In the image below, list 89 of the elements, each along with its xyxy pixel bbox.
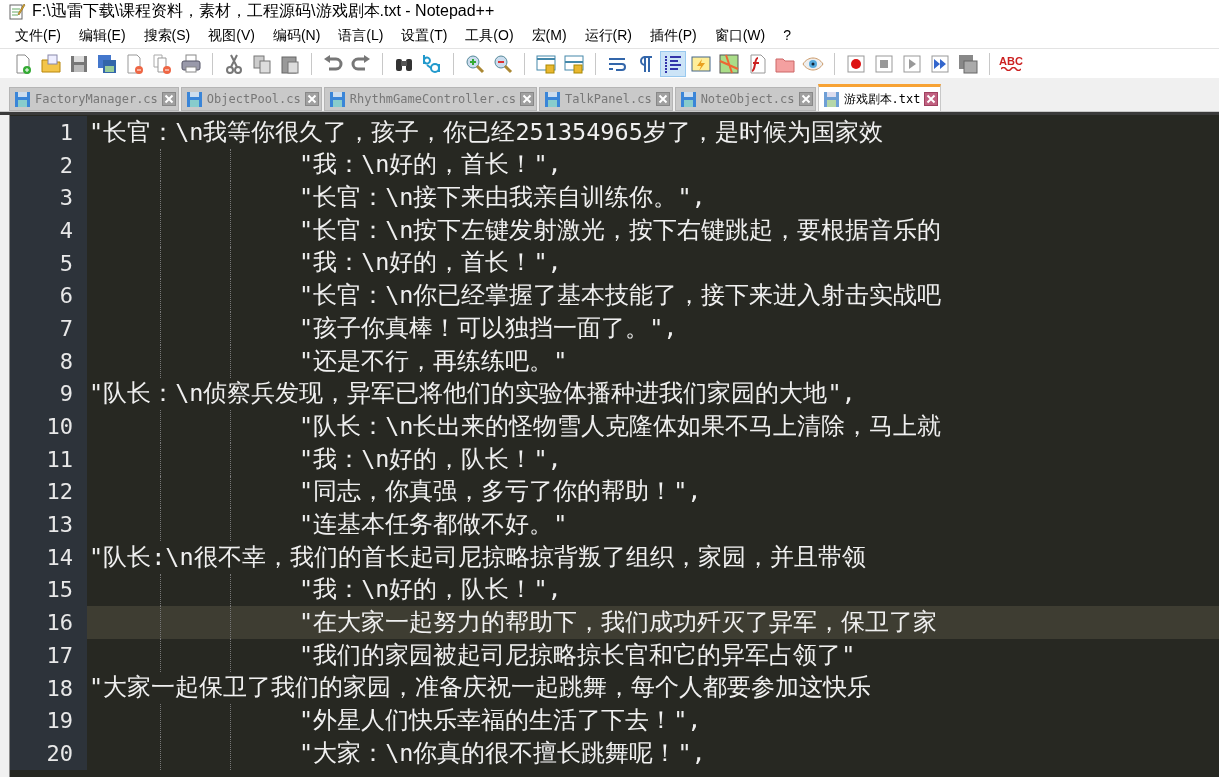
menu-item[interactable]: 编辑(E) (71, 24, 133, 46)
sync-vertical-icon (535, 52, 557, 75)
code-line: "队长：\n侦察兵发现，异军已将他们的实验体播种进我们家园的大地", (88, 378, 856, 410)
save-icon (185, 90, 203, 108)
close-icon[interactable] (655, 92, 670, 106)
close-file-icon (124, 52, 146, 75)
save-icon (679, 90, 697, 108)
code-line: "长官：\n按下左键发射激光，按下右键跳起，要根据音乐的 (298, 214, 942, 246)
menu-item[interactable]: 插件(P) (643, 24, 704, 46)
code-line: "孩子你真棒！可以独挡一面了。", (298, 312, 678, 344)
save-icon (543, 90, 561, 108)
code-line: "队长:\n很不幸，我们的首长起司尼掠略掠背叛了组织，家园，并且带领 (88, 541, 866, 573)
code-line: "我：\n好的，队长！", (298, 443, 562, 475)
line-number: 6 (10, 279, 87, 313)
save-all-icon (96, 52, 118, 75)
menu-item[interactable]: 语言(L) (331, 24, 391, 46)
file-tab[interactable]: 游戏剧本.txt (817, 84, 942, 111)
menu-item[interactable]: 设置(T) (394, 24, 455, 46)
menu-item[interactable]: ? (776, 24, 799, 46)
menu-item[interactable]: 工具(O) (458, 24, 521, 46)
menu-item[interactable]: 搜索(S) (136, 24, 198, 46)
line-number: 9 (10, 377, 87, 411)
save-icon (328, 90, 346, 108)
code-line: "我们的家园被起司尼掠略掠长官和它的异军占领了" (298, 639, 856, 671)
zoom-out-icon (492, 52, 514, 75)
spell-check-button[interactable]: ABC (998, 50, 1024, 77)
code-line: "大家一起保卫了我们的家园，准备庆祝一起跳舞，每个人都要参加这快乐 (88, 672, 872, 704)
code-line: "连基本任务都做不好。" (298, 508, 568, 540)
indent-guide-button[interactable] (660, 50, 686, 77)
line-number: 15 (10, 573, 87, 607)
scissors-icon (223, 52, 245, 75)
line-number: 19 (10, 704, 87, 738)
save-icon (14, 90, 31, 108)
printer-icon (180, 52, 202, 75)
code-line: "外星人们快乐幸福的生活了下去！", (298, 705, 702, 737)
close-all-icon (152, 52, 174, 75)
line-number: 4 (10, 214, 87, 247)
line-number: 2 (10, 148, 87, 182)
line-number: 1 (10, 116, 87, 149)
close-icon[interactable] (519, 92, 534, 106)
line-number: 13 (10, 508, 87, 541)
save-icon (822, 90, 840, 108)
line-number: 12 (10, 475, 87, 509)
line-number: 14 (10, 540, 87, 574)
replace-icon (421, 52, 443, 75)
line-number: 16 (10, 606, 87, 639)
fast-forward-icon (929, 52, 951, 75)
copy-icon (251, 52, 273, 75)
line-number: 3 (10, 181, 87, 215)
line-number: 18 (10, 671, 87, 705)
code-line: "我：\n好的，队长！", (298, 574, 562, 606)
line-number: 7 (10, 312, 87, 345)
line-number: 5 (10, 246, 87, 280)
code-line: "长官：\n接下来由我亲自训练你。", (298, 182, 706, 214)
close-icon[interactable] (924, 92, 939, 106)
map-icon (718, 52, 740, 75)
code-line: "长官：\n我等你很久了，孩子，你已经251354965岁了，是时候为国家效 (88, 116, 883, 148)
code-line: "大家：\n你真的很不擅长跳舞呢！", (298, 737, 706, 769)
sync-horizontal-icon (563, 52, 585, 75)
notepad-icon (8, 2, 26, 20)
menu-item[interactable]: 编码(N) (265, 24, 328, 46)
squiggle-icon (1001, 67, 1021, 71)
close-icon[interactable] (798, 92, 813, 106)
window-title: F:\迅雷下载\课程资料，素材，工程源码\游戏剧本.txt - Notepad++ (32, 1, 495, 21)
menu-item[interactable]: 运行(R) (577, 24, 639, 46)
code-line: "还是不行，再练练吧。" (298, 345, 568, 377)
close-icon[interactable] (304, 92, 319, 106)
line-number: 10 (10, 410, 87, 443)
zoom-in-icon (464, 52, 486, 75)
code-line: "我：\n好的，首长！", (298, 247, 562, 279)
line-number: 8 (10, 344, 87, 378)
code-line: "在大家一起努力的帮助下，我们成功歼灭了异军，保卫了家 (298, 607, 938, 639)
code-line: "我：\n好的，首长！", (298, 149, 562, 181)
line-number: 11 (10, 442, 87, 476)
menu-item[interactable]: 宏(M) (524, 24, 574, 46)
menu-item[interactable]: 视图(V) (201, 24, 262, 46)
play-icon (901, 52, 923, 75)
menu-item[interactable]: 窗口(W) (707, 24, 773, 46)
menu-item[interactable]: 文件(F) (8, 24, 68, 46)
code-line: "长官：\n你已经掌握了基本技能了，接下来进入射击实战吧 (298, 280, 942, 312)
record-icon (845, 52, 867, 75)
stop-icon (873, 52, 895, 75)
code-line: "同志，你真强，多亏了你的帮助！", (298, 476, 702, 508)
line-number: 17 (10, 639, 87, 672)
close-icon[interactable] (161, 92, 176, 106)
folder-icon (40, 52, 62, 75)
window-stack-icon (957, 52, 979, 75)
line-number: 20 (10, 737, 87, 770)
code-line: "队长：\n长出来的怪物雪人克隆体如果不马上清除，马上就 (298, 410, 942, 442)
